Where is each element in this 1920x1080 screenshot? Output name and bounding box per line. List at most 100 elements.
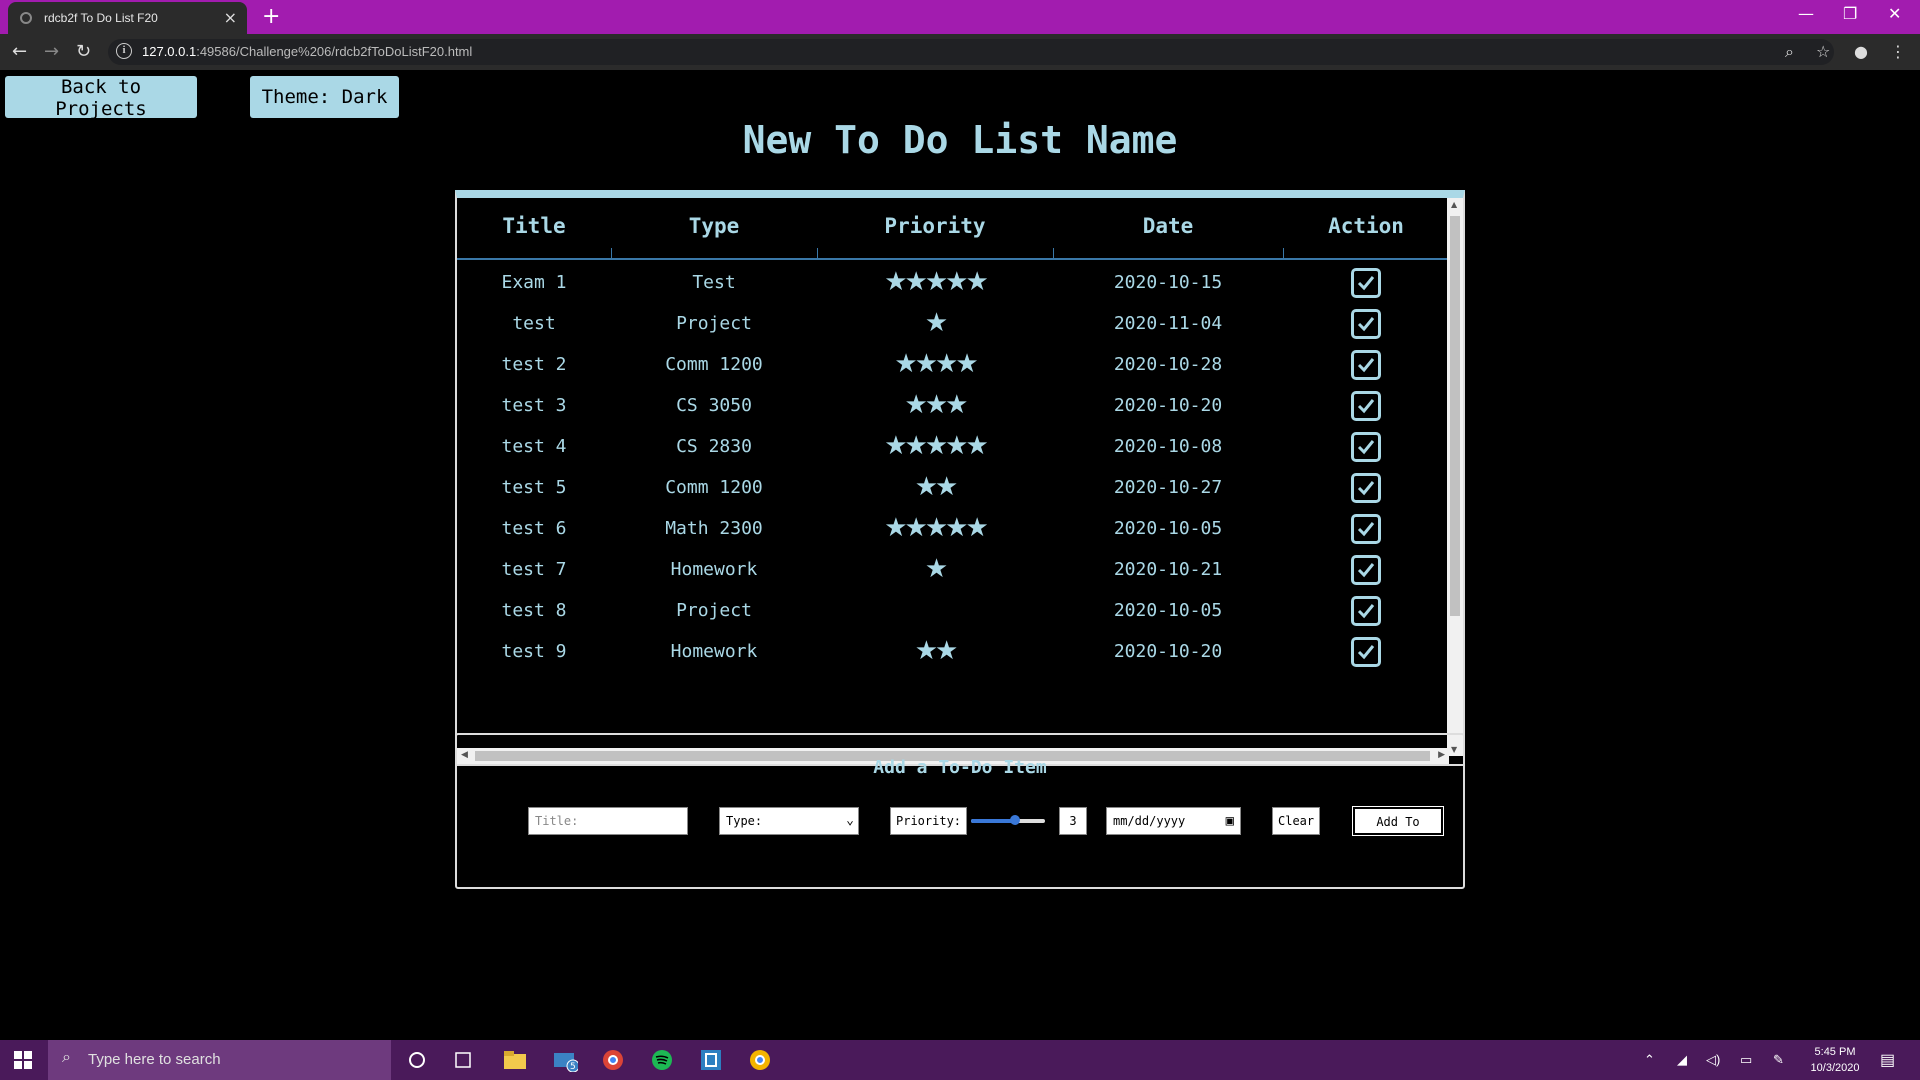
star-icon: ★ (945, 513, 968, 543)
network-icon[interactable]: ◢ (1677, 1052, 1687, 1068)
file-explorer-icon[interactable] (502, 1048, 528, 1072)
complete-checkbox[interactable] (1351, 309, 1381, 339)
table-row: test 8 Project 2020-10-05 (457, 590, 1449, 631)
spotify-icon[interactable] (649, 1048, 675, 1072)
site-info-icon[interactable]: i (116, 43, 132, 59)
task-type: Homework (670, 559, 758, 580)
complete-checkbox[interactable] (1351, 637, 1381, 667)
back-to-projects-button[interactable]: Back to Projects (5, 76, 197, 120)
column-header-title[interactable]: Title (457, 214, 611, 238)
complete-checkbox[interactable] (1351, 473, 1381, 503)
complete-checkbox[interactable] (1351, 432, 1381, 462)
volume-icon[interactable]: ◁) (1706, 1052, 1720, 1068)
clear-button[interactable]: Clear (1272, 807, 1320, 835)
theme-toggle-button[interactable]: Theme: Dark (250, 76, 399, 118)
new-tab-icon[interactable]: + (262, 4, 280, 29)
star-icon: ★ (904, 431, 928, 461)
vertical-scrollbar[interactable]: ▲ ▼ (1447, 198, 1463, 756)
zoom-icon[interactable]: ⌕ (1785, 42, 1794, 62)
add-to-list-button[interactable]: Add To List (1352, 806, 1444, 855)
cortana-icon[interactable] (404, 1048, 430, 1072)
table-row: test 6 Math 2300 ★★★★★ 2020-10-05 (457, 508, 1449, 549)
task-date: 2020-10-05 (1113, 600, 1223, 621)
show-hidden-icons-icon[interactable]: ⌃ (1644, 1052, 1655, 1068)
complete-checkbox[interactable] (1351, 350, 1381, 380)
task-type: Comm 1200 (665, 354, 763, 375)
table-row: test 5 Comm 1200 ★★ 2020-10-27 (457, 467, 1449, 508)
profile-icon[interactable]: ● (1854, 42, 1868, 61)
priority-slider-handle[interactable] (1010, 815, 1020, 825)
chrome-icon[interactable] (600, 1048, 626, 1072)
column-divider (1283, 248, 1284, 260)
checkmark-icon (1357, 604, 1375, 619)
scrollbar-thumb[interactable] (1450, 216, 1460, 616)
visual-studio-icon[interactable] (698, 1048, 724, 1072)
column-header-action[interactable]: Action (1283, 214, 1449, 238)
task-date: 2020-10-27 (1113, 477, 1223, 498)
column-divider (1053, 248, 1054, 260)
star-icon: ★ (924, 513, 948, 543)
date-input[interactable]: mm/dd/yyyy ▣ (1106, 807, 1241, 835)
menu-dots-icon[interactable]: ⋮ (1890, 42, 1906, 61)
tab-title: rdcb2f To Do List F20 (44, 11, 158, 25)
title-input[interactable]: Title: (528, 807, 688, 835)
windows-start-icon[interactable] (14, 1051, 32, 1069)
system-clock[interactable]: 5:45 PM 10/3/2020 (1800, 1044, 1870, 1076)
browser-tab[interactable]: rdcb2f To Do List F20 × (8, 2, 247, 34)
star-icon: ★ (945, 390, 968, 420)
chrome-active-icon[interactable] (747, 1048, 773, 1072)
checkmark-icon (1357, 276, 1375, 291)
task-date: 2020-10-08 (1113, 436, 1223, 457)
star-icon: ★ (955, 349, 978, 379)
scroll-up-arrow-icon[interactable]: ▲ (1451, 200, 1457, 209)
complete-checkbox[interactable] (1351, 514, 1381, 544)
task-type: Project (676, 600, 752, 621)
bookmark-star-icon[interactable]: ☆ (1816, 42, 1830, 61)
mail-badge: 5 (570, 1062, 576, 1072)
star-icon: ★ (924, 431, 948, 461)
calendar-icon[interactable]: ▣ (1226, 808, 1234, 834)
priority-value[interactable]: 3 (1059, 807, 1087, 835)
star-icon: ★ (924, 308, 948, 338)
priority-slider-fill[interactable] (971, 819, 1015, 823)
minimize-icon[interactable]: — (1798, 4, 1814, 23)
task-date: 2020-10-20 (1113, 395, 1223, 416)
close-window-icon[interactable]: ✕ (1888, 4, 1901, 23)
type-select[interactable]: Type: ⌄ (719, 807, 859, 835)
column-header-date[interactable]: Date (1053, 214, 1283, 238)
checkmark-icon (1357, 440, 1375, 455)
star-icon: ★ (884, 513, 907, 543)
column-header-priority[interactable]: Priority (817, 214, 1053, 238)
checkmark-icon (1357, 645, 1375, 660)
complete-checkbox[interactable] (1351, 391, 1381, 421)
priority-stars: ★★ (817, 636, 1053, 666)
table-row: test 4 CS 2830 ★★★★★ 2020-10-08 (457, 426, 1449, 467)
complete-checkbox[interactable] (1351, 268, 1381, 298)
complete-checkbox[interactable] (1351, 596, 1381, 626)
notifications-icon[interactable]: ▤ (1880, 1050, 1895, 1070)
type-select-value: Type: (726, 814, 763, 828)
search-placeholder: Type here to search (88, 1051, 221, 1068)
star-icon: ★ (965, 431, 988, 461)
battery-icon[interactable]: ▭ (1740, 1052, 1752, 1068)
task-title: test 2 (501, 354, 567, 375)
table-row: Exam 1 Test ★★★★★ 2020-10-15 (457, 262, 1449, 303)
checkmark-icon (1357, 481, 1375, 496)
date-placeholder: mm/dd/yyyy (1113, 814, 1186, 828)
task-type: CS 2830 (676, 436, 752, 457)
column-header-type[interactable]: Type (611, 214, 817, 238)
pen-icon[interactable]: ✎ (1773, 1052, 1784, 1068)
table-row: test 9 Homework ★★ 2020-10-20 (457, 631, 1449, 672)
taskbar-search-box[interactable]: ⌕ Type here to search (48, 1040, 391, 1080)
forward-arrow-icon[interactable]: → (44, 41, 59, 62)
restore-icon[interactable]: ❐ (1843, 4, 1857, 23)
task-view-icon[interactable] (450, 1048, 476, 1072)
reload-icon[interactable]: ↻ (76, 41, 91, 62)
back-arrow-icon[interactable]: ← (12, 41, 27, 62)
close-tab-icon[interactable]: × (224, 8, 237, 27)
url-field[interactable]: i 127.0.0.1:49586/Challenge%206/rdcb2fTo… (108, 39, 1834, 65)
add-item-form: Add a To-Do Item Title: Type: ⌄ Priority… (455, 733, 1465, 889)
complete-checkbox[interactable] (1351, 555, 1381, 585)
priority-label: Priority: (890, 807, 967, 835)
task-type: Test (692, 272, 736, 293)
